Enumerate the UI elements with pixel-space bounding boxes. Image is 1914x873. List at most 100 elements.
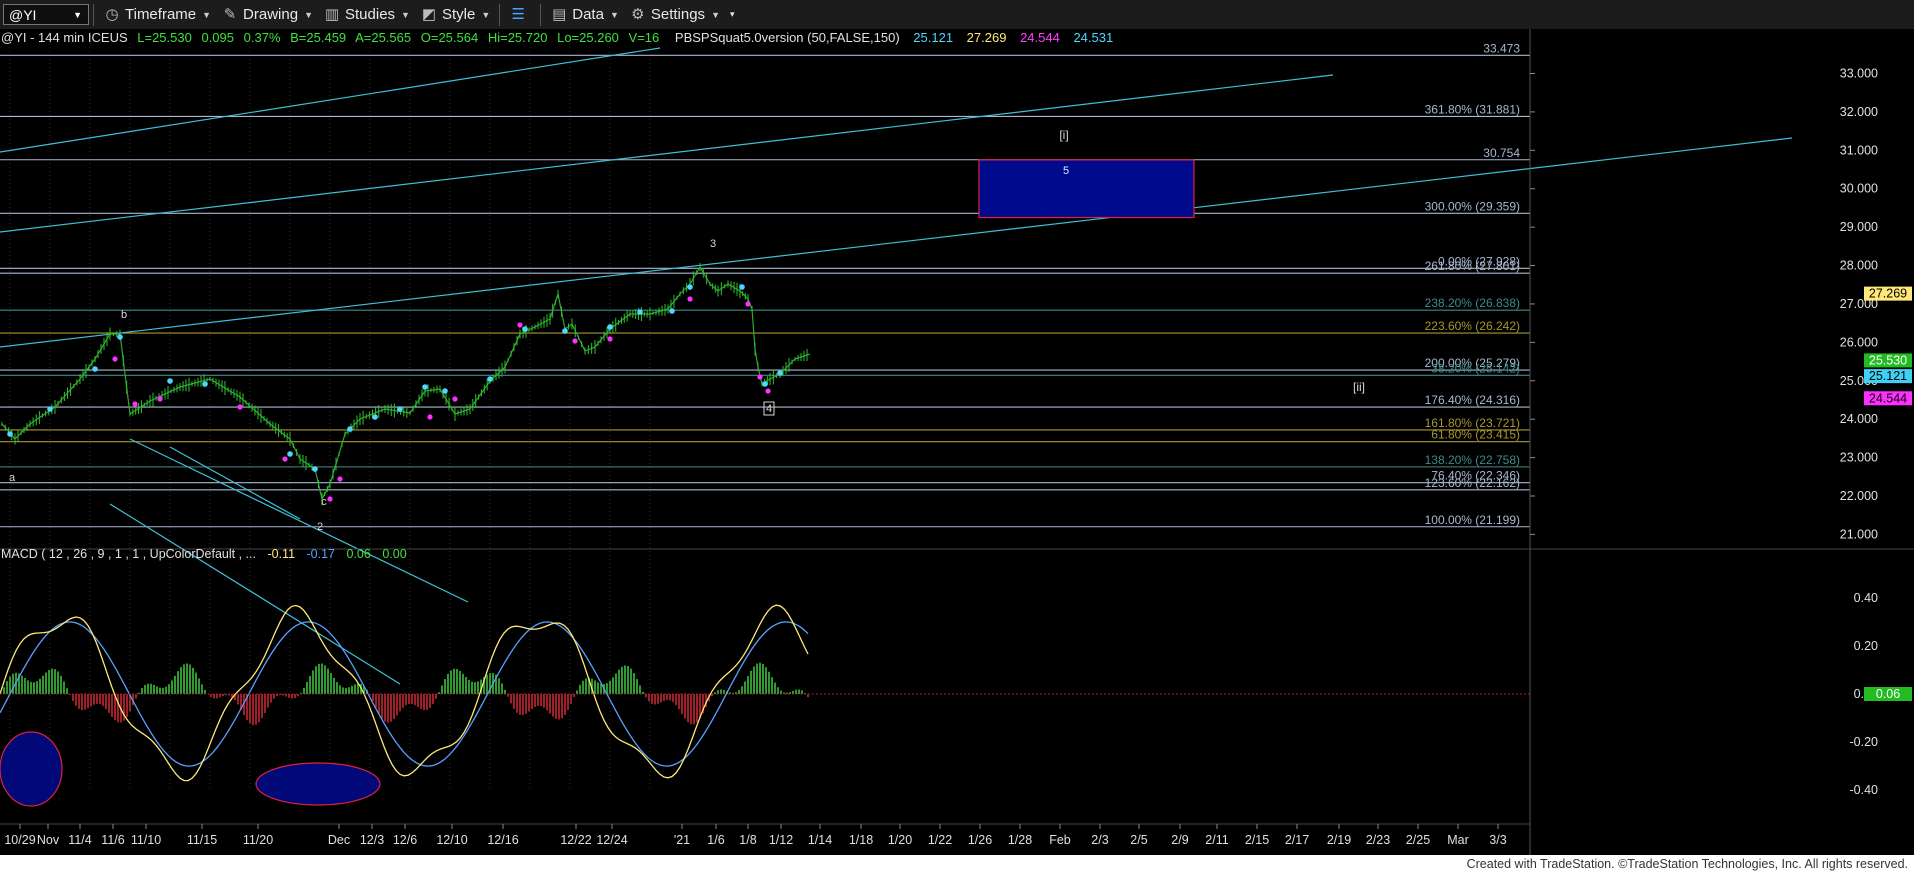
macd-value: 0.06 [347, 547, 371, 561]
signal-dot [687, 284, 693, 290]
signal-dot [687, 296, 693, 302]
macd-bar [693, 694, 695, 725]
y-tick-label: 32.000 [1840, 105, 1878, 119]
macd-bar [741, 686, 743, 694]
macd-bar [216, 694, 218, 699]
macd-bar [174, 675, 176, 694]
macd-bar [162, 687, 164, 694]
macd-bar [624, 665, 626, 694]
x-tick-label: 1/8 [739, 833, 756, 847]
x-tick-label: 2/5 [1130, 833, 1147, 847]
y-tick-label: 22.000 [1840, 489, 1878, 503]
fib-level-label: 100.00% (21.199) [1425, 513, 1520, 527]
header-study: PBSPSquat5.0version (50,FALSE,150) [675, 30, 900, 45]
y-tick-label: 29.000 [1840, 220, 1878, 234]
signal-dot [132, 401, 138, 407]
layout-icon: ☰ [511, 5, 525, 23]
macd-bar [447, 673, 449, 694]
header-readout: @YI - 144 min ICEUS L=25.530 0.095 0.37%… [1, 30, 1113, 45]
header-symbol: @YI - 144 min ICEUS [1, 30, 128, 45]
macd-bar [144, 684, 146, 694]
macd-bar [402, 694, 404, 708]
macd-bar [411, 694, 413, 705]
settings-button[interactable]: ⚙ Settings ▼ [624, 2, 725, 28]
signal-dot [157, 396, 163, 402]
signal-dot [287, 451, 293, 457]
price-marker-label: 24.544 [1869, 391, 1907, 405]
macd-bar [648, 694, 650, 702]
macd-bar [759, 662, 761, 694]
symbol-input[interactable]: @YI ▼ [3, 4, 89, 25]
macd-bar [399, 694, 401, 712]
fib-level-label: 61.80% (23.415) [1431, 428, 1520, 442]
studies-button[interactable]: ▥ Studies ▼ [318, 2, 415, 28]
macd-bar [75, 694, 77, 706]
signal-dot [47, 406, 53, 412]
macd-bar [180, 667, 182, 694]
toolbar-divider [540, 3, 542, 26]
x-tick-label: Dec [328, 833, 350, 847]
macd-bar [126, 694, 128, 717]
macd-bar [594, 680, 596, 694]
macd-bar [294, 694, 296, 699]
signal-dot [762, 381, 768, 387]
macd-bar [270, 694, 272, 703]
drawing-button[interactable]: ✎ Drawing ▼ [216, 2, 318, 28]
y-tick-label: 31.000 [1840, 143, 1878, 157]
macd-bar [177, 671, 179, 694]
signal-dot [167, 378, 173, 384]
x-tick-label: 3/3 [1489, 833, 1506, 847]
style-button[interactable]: ◩ Style ▼ [415, 2, 495, 28]
macd-bar [618, 669, 620, 694]
macd-bar [318, 663, 320, 694]
macd-bar [777, 687, 779, 694]
price-chart[interactable]: @YI - 144 min ICEUS L=25.530 0.095 0.37%… [0, 29, 1914, 855]
macd-bar [198, 678, 200, 694]
macd-bar [165, 686, 167, 694]
y-tick-label: 24.000 [1840, 412, 1878, 426]
chevron-down-icon[interactable]: ▼ [73, 10, 82, 20]
x-tick-label: 2/3 [1091, 833, 1108, 847]
macd-bar [633, 673, 635, 694]
x-tick-label: 12/16 [487, 833, 518, 847]
chevron-down-icon: ▾ [729, 9, 735, 19]
macd-bar [66, 688, 68, 694]
macd-bar [609, 680, 611, 694]
macd-bar [423, 694, 425, 711]
signal-dot [522, 326, 528, 332]
macd-bar [42, 675, 44, 694]
data-button[interactable]: ▤ Data ▼ [545, 2, 624, 28]
macd-bar [354, 684, 356, 694]
macd-bar [195, 672, 197, 694]
macd-bar [672, 694, 674, 703]
macd-bar [681, 694, 683, 715]
y-tick-label: 21.000 [1840, 527, 1878, 541]
signal-dot [327, 496, 333, 502]
header-last: L=25.530 [137, 30, 192, 45]
macd-bar [477, 681, 479, 694]
layout-button[interactable]: ☰ [504, 2, 536, 28]
macd-highlight-ellipse[interactable] [0, 731, 63, 807]
macd-bar [237, 694, 239, 705]
toolbar-overflow-button[interactable]: ▾ [725, 2, 740, 28]
macd-bar [168, 684, 170, 694]
macd-highlight-ellipse[interactable] [255, 762, 381, 806]
wave-label: [ii] [1353, 380, 1365, 394]
macd-bar [420, 694, 422, 709]
macd-bar [189, 664, 191, 694]
macd-bar [336, 682, 338, 694]
x-tick-label: 2/9 [1171, 833, 1188, 847]
macd-bar [540, 694, 542, 707]
macd-bar [627, 666, 629, 694]
macd-bar [45, 672, 47, 694]
header-high: Hi=25.720 [488, 30, 548, 45]
macd-bar [459, 670, 461, 694]
macd-bar [552, 694, 554, 717]
wave-5-target-box[interactable] [978, 159, 1195, 219]
macd-bar [96, 694, 98, 704]
timeframe-button[interactable]: ◷ Timeframe ▼ [98, 2, 216, 28]
macd-bar [321, 663, 323, 694]
signal-dot [372, 414, 378, 420]
macd-bar [426, 694, 428, 710]
macd-bar [639, 685, 641, 694]
